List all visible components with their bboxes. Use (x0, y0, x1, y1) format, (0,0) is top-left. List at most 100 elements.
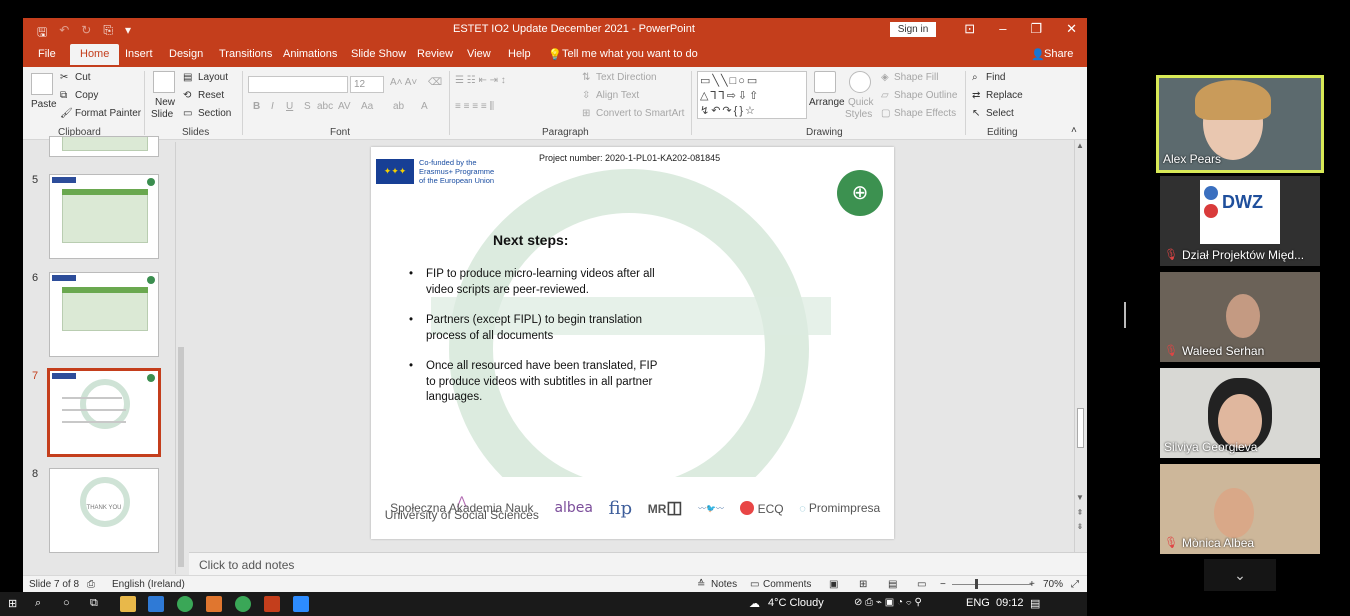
format-painter-icon[interactable]: 🖌 (60, 108, 73, 119)
normal-view-icon[interactable]: ▣ (829, 579, 838, 590)
clock[interactable]: 09:12 (996, 597, 1024, 609)
slide-thumbnail-4[interactable] (49, 136, 159, 157)
input-language[interactable]: ENG (966, 597, 990, 609)
shape-fill-button[interactable]: Shape Fill (894, 72, 938, 83)
format-painter-button[interactable]: Format Painter (75, 108, 141, 119)
next-slide-icon[interactable]: ⇟ (1075, 522, 1085, 531)
shadow-icon[interactable]: S (304, 101, 311, 112)
windows-start-icon[interactable]: ⊞ (8, 597, 17, 610)
slide-thumbnail-7[interactable] (47, 368, 161, 457)
arrange-icon[interactable] (814, 71, 836, 93)
thumbnail-scrollbar[interactable] (175, 142, 186, 574)
slide-sorter-icon[interactable]: ⊞ (859, 579, 867, 590)
tab-design[interactable]: Design (169, 48, 203, 60)
align-text-button[interactable]: Align Text (596, 90, 639, 101)
new-slide-label[interactable]: New (155, 97, 175, 108)
replace-icon[interactable]: ⇄ (972, 90, 980, 101)
file-explorer-icon[interactable] (120, 596, 136, 612)
quick-styles-label[interactable]: Quick (848, 97, 874, 108)
copy-button[interactable]: Copy (75, 90, 98, 101)
app-s-icon[interactable] (206, 596, 222, 612)
system-tray-icons[interactable]: ⊘ ⎙ ⌁ ▣ ◔ ⌔ ⚲ (854, 597, 922, 608)
chrome-icon-2[interactable] (235, 596, 251, 612)
layout-button[interactable]: Layout (198, 72, 228, 83)
tab-help[interactable]: Help (508, 48, 531, 60)
collapse-ribbon-icon[interactable]: ˄ (1071, 125, 1077, 136)
notes-icon[interactable]: ≙ (697, 579, 705, 590)
slide-title[interactable]: Next steps: (493, 232, 568, 248)
mail-icon[interactable] (148, 596, 164, 612)
notes-button[interactable]: Notes (711, 579, 737, 590)
new-slide-icon[interactable] (153, 71, 175, 93)
participant-tile-dzial-projektow[interactable]: DWZ 🎙 Dział Projektów Międ... (1160, 176, 1320, 266)
tab-animations[interactable]: Animations (283, 48, 337, 60)
powerpoint-icon[interactable] (264, 596, 280, 612)
slideshow-view-icon[interactable]: ▭ (917, 579, 926, 590)
shape-effects-button[interactable]: Shape Effects (894, 108, 956, 119)
quick-styles-icon[interactable] (849, 71, 871, 93)
text-direction-icon[interactable]: ⇅ (582, 72, 590, 83)
zoom-slider-thumb[interactable] (975, 579, 978, 589)
font-color-icon[interactable]: A (421, 101, 428, 112)
tab-view[interactable]: View (467, 48, 491, 60)
section-icon[interactable]: ▭ (183, 108, 192, 119)
replace-button[interactable]: Replace (986, 90, 1023, 101)
zoom-level[interactable]: 70% (1043, 579, 1063, 590)
align-icons[interactable]: ≡ ≡ ≡ ≡ ⫼ (455, 101, 494, 112)
slide-scrollbar[interactable]: ▲ ▼ ⇞ ⇟ (1074, 140, 1086, 552)
previous-slide-icon[interactable]: ⇞ (1075, 508, 1085, 517)
paste-icon[interactable] (31, 73, 53, 95)
font-name-combo[interactable] (248, 76, 348, 93)
find-button[interactable]: Find (986, 72, 1005, 83)
cut-button[interactable]: Cut (75, 72, 91, 83)
align-text-icon[interactable]: ⇳ (582, 90, 590, 101)
close-icon[interactable]: ✕ (1066, 21, 1077, 37)
clear-formatting-icon[interactable]: ⌫ (428, 77, 442, 88)
current-slide[interactable]: ✦✦✦ Co-funded by the Erasmus+ Programme … (371, 147, 894, 539)
zoom-out-icon[interactable]: − (940, 579, 946, 590)
find-icon[interactable]: ⌕ (972, 72, 978, 83)
notes-placeholder[interactable]: Click to add notes (199, 558, 294, 572)
comments-icon[interactable]: ▭ (750, 579, 759, 590)
minimize-icon[interactable]: ‒ (999, 21, 1006, 37)
reset-button[interactable]: Reset (198, 90, 224, 101)
sign-in-button[interactable]: Sign in (890, 22, 936, 37)
chrome-icon[interactable] (177, 596, 193, 612)
participant-tile-monica-albea[interactable]: 🎙 Mònica Albea (1160, 464, 1320, 554)
shape-outline-button[interactable]: Shape Outline (894, 90, 957, 101)
tell-me-search[interactable]: Tell me what you want to do (562, 48, 698, 60)
notifications-icon[interactable]: ▤ (1030, 597, 1040, 610)
copy-icon[interactable]: ⧉ (60, 90, 67, 101)
zoom-in-icon[interactable]: + (1029, 579, 1035, 590)
tab-insert[interactable]: Insert (125, 48, 153, 60)
share-button[interactable]: Share (1044, 48, 1073, 60)
shapes-gallery[interactable]: ▭╲╲□○▭ △⅂⅂⇨⇩⇧ ↯↶↷{}☆ (697, 71, 807, 119)
redo-icon[interactable]: ↻ (81, 23, 91, 44)
language-indicator[interactable]: English (Ireland) (112, 579, 185, 590)
bold-icon[interactable]: B (253, 101, 260, 112)
comments-button[interactable]: Comments (763, 579, 811, 590)
weather-icon[interactable]: ☁ (749, 597, 760, 610)
zoom-app-icon[interactable] (293, 596, 309, 612)
participant-tile-silviya-georgieva[interactable]: Silviya Georgieva (1160, 368, 1320, 458)
cortana-icon[interactable]: ○ (63, 597, 70, 609)
cut-icon[interactable]: ✂ (60, 72, 68, 83)
tab-file[interactable]: File (38, 48, 56, 60)
font-size-combo[interactable]: 12 (350, 76, 384, 93)
zoom-slider[interactable] (952, 584, 1032, 585)
underline-icon[interactable]: U (286, 101, 293, 112)
change-case-icon[interactable]: Aa (361, 101, 373, 112)
slide-thumbnail-6[interactable] (49, 272, 159, 357)
accessibility-icon[interactable]: ⎙ (87, 579, 95, 590)
search-icon[interactable]: ⌕ (35, 597, 41, 610)
strikethrough-icon[interactable]: abc (317, 101, 333, 112)
layout-icon[interactable]: ▤ (183, 72, 192, 83)
weather-text[interactable]: 4°C Cloudy (768, 597, 824, 609)
save-icon[interactable]: 🖫 (37, 23, 47, 44)
text-direction-button[interactable]: Text Direction (596, 72, 657, 83)
bullets-icon[interactable]: ☰ ☷ ⇤ ⇥ ↕ (455, 75, 506, 86)
shape-outline-icon[interactable]: ▱ (881, 90, 889, 101)
increase-font-icon[interactable]: A˄ A˅ (390, 77, 417, 88)
new-slide-label-2[interactable]: Slide (151, 109, 173, 120)
bullet-list[interactable]: FIP to produce micro-learning videos aft… (409, 267, 669, 421)
